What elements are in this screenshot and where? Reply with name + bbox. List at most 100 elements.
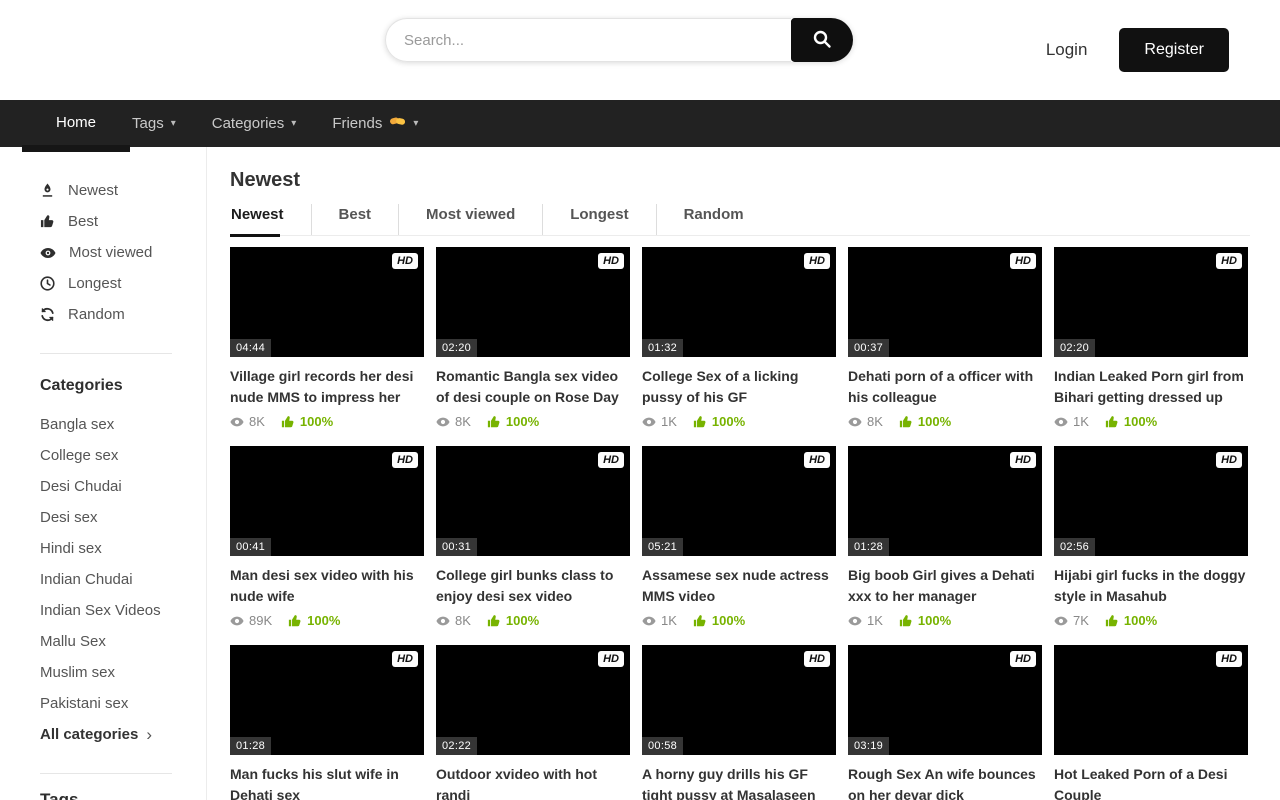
sidebar-item-longest[interactable]: Longest (40, 268, 172, 299)
video-thumbnail[interactable]: HD 01:28 (848, 446, 1042, 556)
video-thumbnail[interactable]: HD 00:58 (642, 645, 836, 755)
video-card[interactable]: HD 01:28 Man fucks his slut wife in Deha… (230, 645, 424, 800)
video-card[interactable]: HD 02:56 Hijabi girl fucks in the doggy … (1054, 446, 1248, 628)
video-card[interactable]: HD 02:20 Indian Leaked Porn girl from Bi… (1054, 247, 1248, 429)
nav-item-categories[interactable]: Categories ▾ (194, 100, 315, 147)
search-input[interactable] (385, 18, 791, 62)
chevron-down-icon: ▾ (171, 118, 176, 129)
video-title[interactable]: Indian Leaked Porn girl from Bihari gett… (1054, 366, 1248, 408)
video-thumbnail[interactable]: HD 02:20 (1054, 247, 1248, 357)
video-title[interactable]: Rough Sex An wife bounces on her devar d… (848, 764, 1042, 800)
video-thumbnail[interactable]: HD 02:22 (436, 645, 630, 755)
video-card[interactable]: HD 02:22 Outdoor xvideo with hot randi (436, 645, 630, 800)
chevron-down-icon: ▾ (291, 118, 296, 129)
video-card[interactable]: HD 00:37 Dehati porn of a officer with h… (848, 247, 1042, 429)
video-title[interactable]: Man desi sex video with his nude wife (230, 565, 424, 607)
video-card[interactable]: HD 04:44 Village girl records her desi n… (230, 247, 424, 429)
video-title[interactable]: Assamese sex nude actress MMS video (642, 565, 836, 607)
duration-badge: 00:31 (436, 538, 477, 556)
chevron-right-icon: › (146, 725, 152, 745)
tab-longest[interactable]: Longest (542, 204, 655, 235)
nav-item-tags[interactable]: Tags ▾ (114, 100, 194, 147)
video-stats: 7K 100% (1054, 613, 1248, 628)
video-thumbnail[interactable]: HD 05:21 (642, 446, 836, 556)
video-title[interactable]: Hijabi girl fucks in the doggy style in … (1054, 565, 1248, 607)
hd-badge: HD (1216, 253, 1242, 269)
nav-item-home[interactable]: Home (38, 100, 114, 147)
video-title[interactable]: College girl bunks class to enjoy desi s… (436, 565, 630, 607)
chevron-down-icon: ▾ (413, 118, 418, 129)
views-count: 1K (1054, 414, 1089, 429)
video-card[interactable]: HD Hot Leaked Porn of a Desi Couple (1054, 645, 1248, 800)
sidebar-category-link[interactable]: Desi Chudai (40, 471, 172, 502)
thumb-up-icon (899, 614, 913, 628)
tab-most-viewed[interactable]: Most viewed (398, 204, 542, 235)
sidebar-category-link[interactable]: Bangla sex (40, 409, 172, 440)
video-card[interactable]: HD 00:58 A horny guy drills his GF tight… (642, 645, 836, 800)
video-thumbnail[interactable]: HD 00:37 (848, 247, 1042, 357)
sidebar-category-link[interactable]: Desi sex (40, 502, 172, 533)
hd-badge: HD (1010, 651, 1036, 667)
category-list: Bangla sex College sex Desi Chudai Desi … (40, 409, 172, 719)
thumb-up-icon (1105, 614, 1119, 628)
video-title[interactable]: Man fucks his slut wife in Dehati sex (230, 764, 424, 800)
video-thumbnail[interactable]: HD 02:56 (1054, 446, 1248, 556)
video-title[interactable]: Outdoor xvideo with hot randi (436, 764, 630, 800)
video-title[interactable]: Romantic Bangla sex video of desi couple… (436, 366, 630, 408)
sidebar-category-link[interactable]: Mallu Sex (40, 626, 172, 657)
sidebar-item-random[interactable]: Random (40, 299, 172, 330)
video-card[interactable]: HD 00:31 College girl bunks class to enj… (436, 446, 630, 628)
video-card[interactable]: HD 05:21 Assamese sex nude actress MMS v… (642, 446, 836, 628)
eye-icon (848, 415, 862, 429)
sidebar-category-link[interactable]: College sex (40, 440, 172, 471)
all-categories-link[interactable]: All categories › (40, 719, 172, 750)
tab-random[interactable]: Random (656, 204, 771, 235)
views-count: 8K (436, 613, 471, 628)
video-title[interactable]: Village girl records her desi nude MMS t… (230, 366, 424, 408)
video-title[interactable]: A horny guy drills his GF tight pussy at… (642, 764, 836, 800)
tab-best[interactable]: Best (311, 204, 399, 235)
nav-item-friends[interactable]: Friends ▾ (314, 100, 436, 147)
video-thumbnail[interactable]: HD 01:28 (230, 645, 424, 755)
video-card[interactable]: HD 00:41 Man desi sex video with his nud… (230, 446, 424, 628)
video-thumbnail[interactable]: HD 00:41 (230, 446, 424, 556)
duration-badge: 00:37 (848, 339, 889, 357)
video-thumbnail[interactable]: HD 01:32 (642, 247, 836, 357)
video-title[interactable]: Dehati porn of a officer with his collea… (848, 366, 1042, 408)
tab-newest[interactable]: Newest (230, 204, 311, 235)
video-card[interactable]: HD 01:28 Big boob Girl gives a Dehati xx… (848, 446, 1042, 628)
hd-badge: HD (392, 651, 418, 667)
duration-badge: 04:44 (230, 339, 271, 357)
sidebar-category-link[interactable]: Pakistani sex (40, 688, 172, 719)
video-thumbnail[interactable]: HD 00:31 (436, 446, 630, 556)
hd-badge: HD (804, 452, 830, 468)
video-stats: 1K 100% (642, 414, 836, 429)
video-thumbnail[interactable]: HD (1054, 645, 1248, 755)
video-thumbnail[interactable]: HD 02:20 (436, 247, 630, 357)
sidebar-item-most-viewed[interactable]: Most viewed (40, 237, 172, 268)
eye-icon (1054, 415, 1068, 429)
search-button[interactable] (791, 18, 853, 62)
register-button[interactable]: Register (1119, 28, 1229, 72)
login-link[interactable]: Login (1046, 40, 1088, 60)
sidebar-category-link[interactable]: Muslim sex (40, 657, 172, 688)
video-card[interactable]: HD 01:32 College Sex of a licking pussy … (642, 247, 836, 429)
video-card[interactable]: HD 03:19 Rough Sex An wife bounces on he… (848, 645, 1042, 800)
sidebar-item-newest[interactable]: Newest (40, 175, 172, 206)
duration-badge: 02:22 (436, 737, 477, 755)
video-stats: 1K 100% (1054, 414, 1248, 429)
rating-percent: 100% (1105, 613, 1157, 628)
rating-percent: 100% (1105, 414, 1157, 429)
sidebar-category-link[interactable]: Indian Chudai (40, 564, 172, 595)
video-title[interactable]: Big boob Girl gives a Dehati xxx to her … (848, 565, 1042, 607)
sidebar-category-link[interactable]: Indian Sex Videos (40, 595, 172, 626)
sidebar-item-best[interactable]: Best (40, 206, 172, 237)
views-count: 8K (848, 414, 883, 429)
video-thumbnail[interactable]: HD 03:19 (848, 645, 1042, 755)
video-title[interactable]: Hot Leaked Porn of a Desi Couple (1054, 764, 1248, 800)
sidebar-category-link[interactable]: Hindi sex (40, 533, 172, 564)
video-title[interactable]: College Sex of a licking pussy of his GF (642, 366, 836, 408)
rating-percent: 100% (281, 414, 333, 429)
video-thumbnail[interactable]: HD 04:44 (230, 247, 424, 357)
video-card[interactable]: HD 02:20 Romantic Bangla sex video of de… (436, 247, 630, 429)
